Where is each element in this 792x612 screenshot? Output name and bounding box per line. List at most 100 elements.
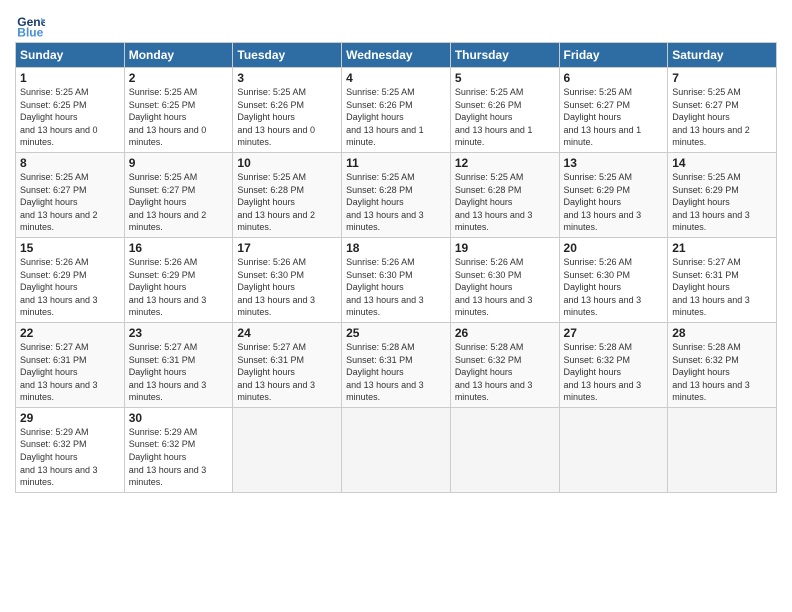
day-cell-12: 12Sunrise: 5:25 AMSunset: 6:28 PMDayligh… xyxy=(450,152,559,237)
day-cell-17: 17Sunrise: 5:26 AMSunset: 6:30 PMDayligh… xyxy=(233,237,342,322)
day-cell-16: 16Sunrise: 5:26 AMSunset: 6:29 PMDayligh… xyxy=(124,237,233,322)
day-number: 13 xyxy=(564,156,664,170)
weekday-header-sunday: Sunday xyxy=(16,43,125,68)
weekday-header-friday: Friday xyxy=(559,43,668,68)
day-number: 24 xyxy=(237,326,337,340)
day-number: 1 xyxy=(20,71,120,85)
day-cell-30: 30Sunrise: 5:29 AMSunset: 6:32 PMDayligh… xyxy=(124,407,233,492)
logo-icon: General Blue xyxy=(17,14,45,38)
day-info: Sunrise: 5:28 AMSunset: 6:31 PMDaylight … xyxy=(346,341,446,404)
calendar-week-5: 29Sunrise: 5:29 AMSunset: 6:32 PMDayligh… xyxy=(16,407,777,492)
day-cell-1: 1Sunrise: 5:25 AMSunset: 6:25 PMDaylight… xyxy=(16,68,125,153)
day-cell-23: 23Sunrise: 5:27 AMSunset: 6:31 PMDayligh… xyxy=(124,322,233,407)
weekday-header-saturday: Saturday xyxy=(668,43,777,68)
day-info: Sunrise: 5:26 AMSunset: 6:30 PMDaylight … xyxy=(455,256,555,319)
day-cell-25: 25Sunrise: 5:28 AMSunset: 6:31 PMDayligh… xyxy=(342,322,451,407)
day-number: 15 xyxy=(20,241,120,255)
day-cell-9: 9Sunrise: 5:25 AMSunset: 6:27 PMDaylight… xyxy=(124,152,233,237)
day-number: 27 xyxy=(564,326,664,340)
day-number: 9 xyxy=(129,156,229,170)
day-info: Sunrise: 5:25 AMSunset: 6:29 PMDaylight … xyxy=(564,171,664,234)
day-info: Sunrise: 5:25 AMSunset: 6:26 PMDaylight … xyxy=(346,86,446,149)
empty-cell xyxy=(559,407,668,492)
day-info: Sunrise: 5:26 AMSunset: 6:29 PMDaylight … xyxy=(20,256,120,319)
weekday-header-thursday: Thursday xyxy=(450,43,559,68)
day-number: 30 xyxy=(129,411,229,425)
day-info: Sunrise: 5:26 AMSunset: 6:30 PMDaylight … xyxy=(237,256,337,319)
weekday-header-tuesday: Tuesday xyxy=(233,43,342,68)
day-info: Sunrise: 5:25 AMSunset: 6:27 PMDaylight … xyxy=(20,171,120,234)
empty-cell xyxy=(342,407,451,492)
day-info: Sunrise: 5:26 AMSunset: 6:29 PMDaylight … xyxy=(129,256,229,319)
day-number: 21 xyxy=(672,241,772,255)
day-cell-29: 29Sunrise: 5:29 AMSunset: 6:32 PMDayligh… xyxy=(16,407,125,492)
day-info: Sunrise: 5:25 AMSunset: 6:29 PMDaylight … xyxy=(672,171,772,234)
day-info: Sunrise: 5:28 AMSunset: 6:32 PMDaylight … xyxy=(564,341,664,404)
day-info: Sunrise: 5:27 AMSunset: 6:31 PMDaylight … xyxy=(20,341,120,404)
day-number: 26 xyxy=(455,326,555,340)
day-number: 25 xyxy=(346,326,446,340)
empty-cell xyxy=(668,407,777,492)
calendar-week-3: 15Sunrise: 5:26 AMSunset: 6:29 PMDayligh… xyxy=(16,237,777,322)
day-cell-18: 18Sunrise: 5:26 AMSunset: 6:30 PMDayligh… xyxy=(342,237,451,322)
day-number: 18 xyxy=(346,241,446,255)
day-cell-4: 4Sunrise: 5:25 AMSunset: 6:26 PMDaylight… xyxy=(342,68,451,153)
day-info: Sunrise: 5:27 AMSunset: 6:31 PMDaylight … xyxy=(237,341,337,404)
day-cell-15: 15Sunrise: 5:26 AMSunset: 6:29 PMDayligh… xyxy=(16,237,125,322)
day-info: Sunrise: 5:27 AMSunset: 6:31 PMDaylight … xyxy=(672,256,772,319)
day-number: 19 xyxy=(455,241,555,255)
day-info: Sunrise: 5:29 AMSunset: 6:32 PMDaylight … xyxy=(20,426,120,489)
day-info: Sunrise: 5:26 AMSunset: 6:30 PMDaylight … xyxy=(564,256,664,319)
day-cell-24: 24Sunrise: 5:27 AMSunset: 6:31 PMDayligh… xyxy=(233,322,342,407)
day-number: 20 xyxy=(564,241,664,255)
calendar-body: 1Sunrise: 5:25 AMSunset: 6:25 PMDaylight… xyxy=(16,68,777,493)
calendar-week-1: 1Sunrise: 5:25 AMSunset: 6:25 PMDaylight… xyxy=(16,68,777,153)
day-cell-6: 6Sunrise: 5:25 AMSunset: 6:27 PMDaylight… xyxy=(559,68,668,153)
day-number: 22 xyxy=(20,326,120,340)
day-number: 17 xyxy=(237,241,337,255)
day-cell-28: 28Sunrise: 5:28 AMSunset: 6:32 PMDayligh… xyxy=(668,322,777,407)
calendar-page: General Blue SundayMondayTuesdayWednesda… xyxy=(0,0,792,612)
weekday-header-monday: Monday xyxy=(124,43,233,68)
empty-cell xyxy=(450,407,559,492)
day-info: Sunrise: 5:28 AMSunset: 6:32 PMDaylight … xyxy=(672,341,772,404)
day-number: 6 xyxy=(564,71,664,85)
day-cell-10: 10Sunrise: 5:25 AMSunset: 6:28 PMDayligh… xyxy=(233,152,342,237)
logo: General Blue xyxy=(15,14,49,38)
day-info: Sunrise: 5:25 AMSunset: 6:27 PMDaylight … xyxy=(564,86,664,149)
day-info: Sunrise: 5:27 AMSunset: 6:31 PMDaylight … xyxy=(129,341,229,404)
day-cell-5: 5Sunrise: 5:25 AMSunset: 6:26 PMDaylight… xyxy=(450,68,559,153)
weekday-header-wednesday: Wednesday xyxy=(342,43,451,68)
day-info: Sunrise: 5:25 AMSunset: 6:25 PMDaylight … xyxy=(129,86,229,149)
day-number: 7 xyxy=(672,71,772,85)
calendar-week-4: 22Sunrise: 5:27 AMSunset: 6:31 PMDayligh… xyxy=(16,322,777,407)
day-cell-14: 14Sunrise: 5:25 AMSunset: 6:29 PMDayligh… xyxy=(668,152,777,237)
day-info: Sunrise: 5:25 AMSunset: 6:28 PMDaylight … xyxy=(237,171,337,234)
svg-text:Blue: Blue xyxy=(17,25,43,38)
day-cell-3: 3Sunrise: 5:25 AMSunset: 6:26 PMDaylight… xyxy=(233,68,342,153)
day-info: Sunrise: 5:25 AMSunset: 6:28 PMDaylight … xyxy=(455,171,555,234)
day-number: 28 xyxy=(672,326,772,340)
day-cell-22: 22Sunrise: 5:27 AMSunset: 6:31 PMDayligh… xyxy=(16,322,125,407)
day-number: 12 xyxy=(455,156,555,170)
weekday-header-row: SundayMondayTuesdayWednesdayThursdayFrid… xyxy=(16,43,777,68)
day-info: Sunrise: 5:25 AMSunset: 6:26 PMDaylight … xyxy=(237,86,337,149)
day-info: Sunrise: 5:25 AMSunset: 6:25 PMDaylight … xyxy=(20,86,120,149)
calendar-table: SundayMondayTuesdayWednesdayThursdayFrid… xyxy=(15,42,777,493)
day-cell-7: 7Sunrise: 5:25 AMSunset: 6:27 PMDaylight… xyxy=(668,68,777,153)
header: General Blue xyxy=(15,10,777,38)
day-number: 3 xyxy=(237,71,337,85)
day-number: 2 xyxy=(129,71,229,85)
day-cell-8: 8Sunrise: 5:25 AMSunset: 6:27 PMDaylight… xyxy=(16,152,125,237)
day-number: 4 xyxy=(346,71,446,85)
day-cell-26: 26Sunrise: 5:28 AMSunset: 6:32 PMDayligh… xyxy=(450,322,559,407)
calendar-week-2: 8Sunrise: 5:25 AMSunset: 6:27 PMDaylight… xyxy=(16,152,777,237)
day-cell-2: 2Sunrise: 5:25 AMSunset: 6:25 PMDaylight… xyxy=(124,68,233,153)
empty-cell xyxy=(233,407,342,492)
day-number: 29 xyxy=(20,411,120,425)
day-number: 14 xyxy=(672,156,772,170)
day-info: Sunrise: 5:25 AMSunset: 6:27 PMDaylight … xyxy=(672,86,772,149)
day-number: 10 xyxy=(237,156,337,170)
day-info: Sunrise: 5:25 AMSunset: 6:27 PMDaylight … xyxy=(129,171,229,234)
day-info: Sunrise: 5:26 AMSunset: 6:30 PMDaylight … xyxy=(346,256,446,319)
